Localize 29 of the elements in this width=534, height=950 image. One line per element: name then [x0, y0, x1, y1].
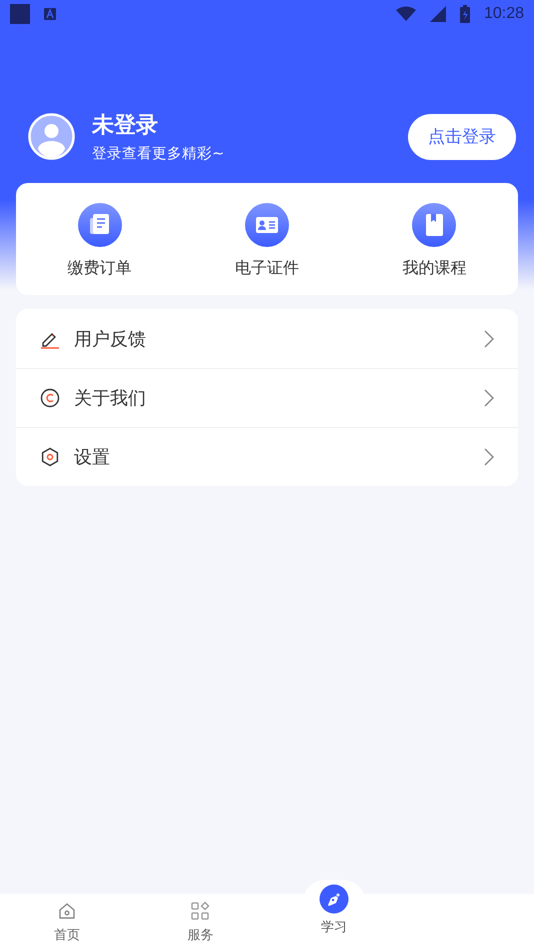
user-name: 未登录 [92, 112, 159, 140]
chevron-right-icon [484, 389, 494, 407]
copyright-icon [40, 388, 60, 408]
chevron-right-icon [484, 448, 494, 466]
settings-icon [40, 447, 60, 467]
shortcut-label[interactable]: 电子证件 [234, 258, 299, 279]
tab-item[interactable]: 服务 [134, 894, 267, 950]
document-icon [78, 203, 122, 247]
id-card-icon [244, 203, 289, 247]
shortcut-label[interactable]: 我的课程 [402, 258, 466, 279]
shortcut-label[interactable]: 缴费订单 [68, 258, 132, 279]
tab-item[interactable]: 首页 [0, 894, 134, 950]
wifi-icon [396, 6, 416, 22]
battery-icon [460, 5, 470, 23]
signal-icon [430, 6, 446, 22]
menu-item[interactable]: 关于我们 [16, 368, 518, 427]
app-notification-icon [44, 8, 56, 20]
home-icon [56, 901, 77, 921]
avatar-icon [28, 113, 75, 160]
pen-icon [318, 884, 349, 914]
chevron-right-icon [484, 330, 494, 348]
login-button[interactable]: 点击登录 [408, 114, 516, 160]
menu-item[interactable]: 用户反馈 [16, 309, 518, 368]
clock-time: 10:28 [484, 5, 524, 23]
notification-square-icon [10, 4, 30, 24]
book-icon [412, 203, 456, 247]
grid-icon [190, 901, 210, 921]
login-hint: 登录查看更多精彩~ [92, 145, 226, 163]
menu-item[interactable]: 设置 [16, 427, 518, 486]
